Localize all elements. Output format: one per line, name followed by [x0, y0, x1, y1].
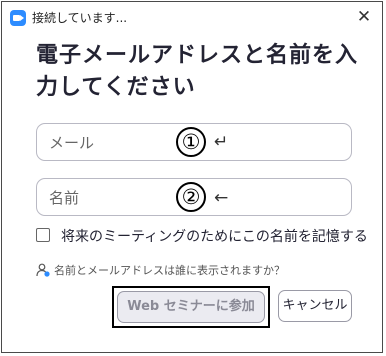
- close-icon[interactable]: ✕: [352, 5, 376, 29]
- annotation-arrow-1: ↵: [214, 132, 229, 152]
- remember-name-checkbox[interactable]: [36, 228, 50, 242]
- zoom-app-icon: [10, 10, 26, 26]
- page-title: 電子メールアドレスと名前を入力してください: [36, 43, 359, 100]
- email-field[interactable]: [47, 124, 171, 162]
- cancel-button[interactable]: キャンセル: [278, 290, 352, 322]
- annotation-number-2: ②: [176, 182, 206, 212]
- join-webinar-button[interactable]: Web セミナーに参加: [117, 291, 265, 323]
- name-field[interactable]: [47, 179, 171, 217]
- title-bar: 接続しています... ✕: [2, 2, 382, 34]
- join-button-highlight: Web セミナーに参加: [112, 286, 270, 328]
- remember-name-label[interactable]: 将来のミーティングのためにこの名前を記憶する: [61, 226, 368, 246]
- person-info-icon: [36, 263, 50, 277]
- visibility-help-text[interactable]: 名前とメールアドレスは誰に表示されますか？: [54, 262, 285, 278]
- annotation-arrow-2: ←: [214, 188, 229, 208]
- window-title: 接続しています...: [32, 11, 128, 25]
- annotation-number-1: ①: [176, 127, 206, 157]
- connecting-dialog: 接続しています... ✕ 電子メールアドレスと名前を入力してください ① ↵ ②…: [1, 1, 383, 353]
